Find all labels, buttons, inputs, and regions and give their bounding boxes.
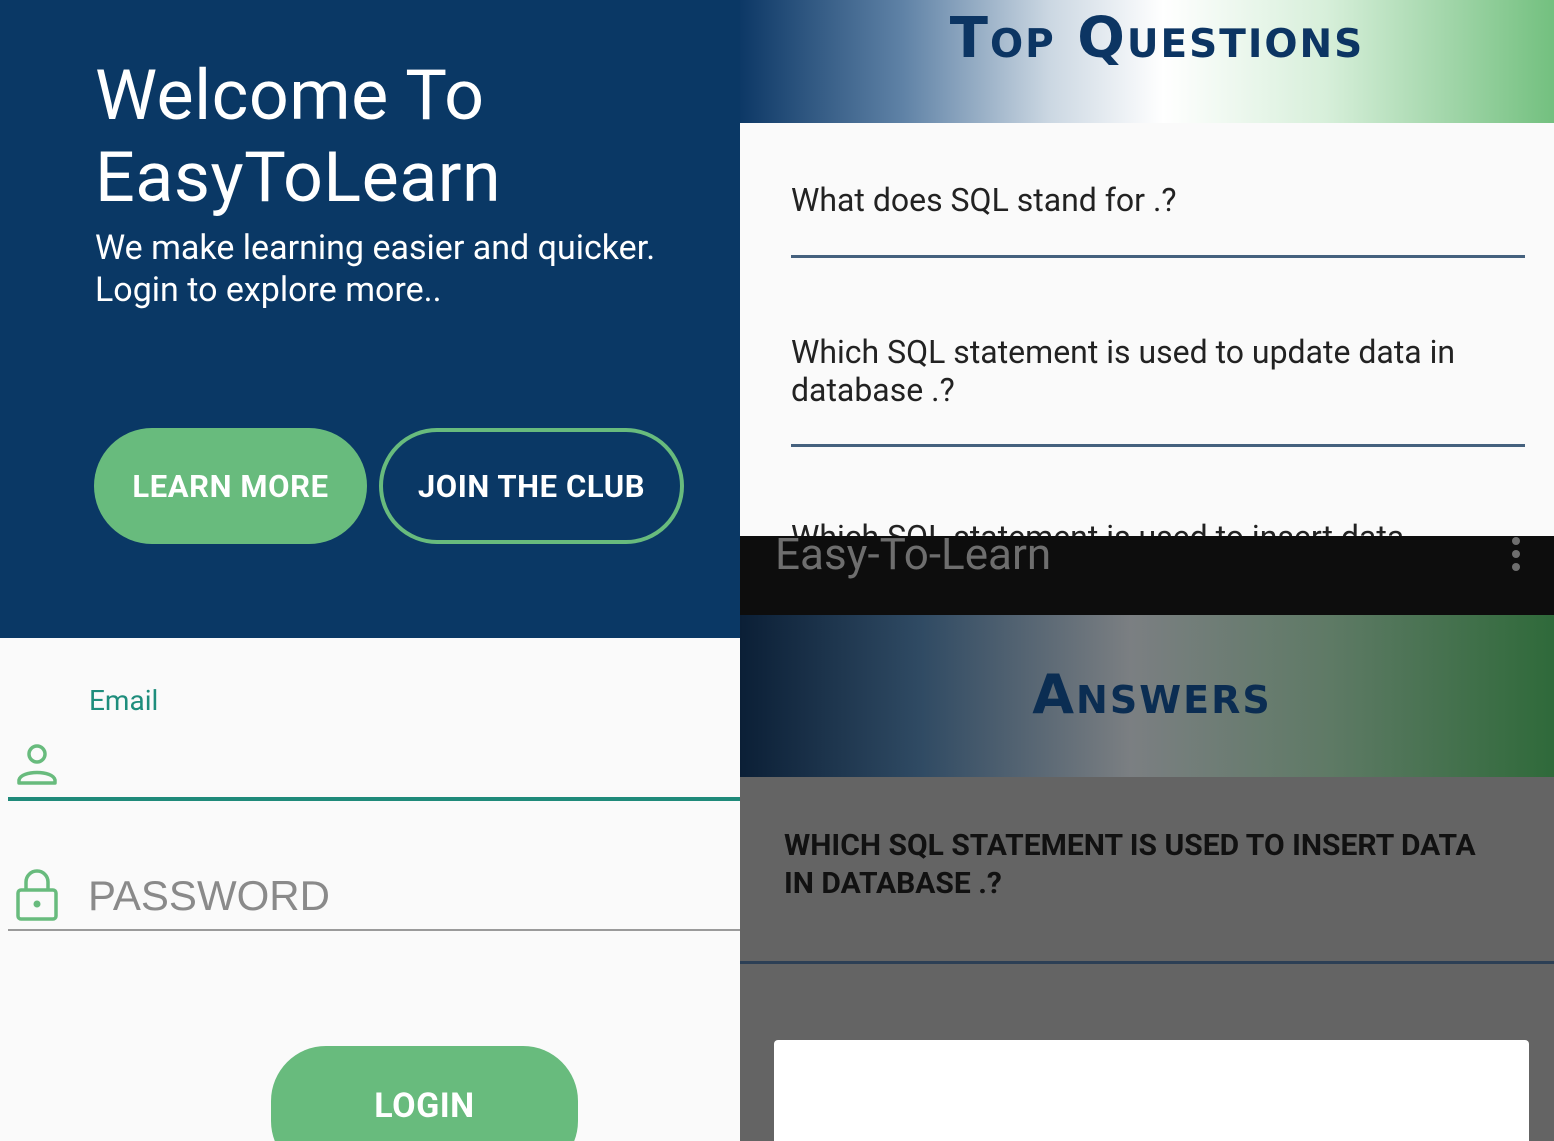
lock-icon (16, 869, 58, 921)
app-title: Easy-To-Learn (775, 536, 1052, 580)
welcome-subtitle: We make learning easier and quicker. Log… (95, 228, 656, 310)
question-divider (791, 444, 1525, 447)
person-icon (17, 744, 57, 785)
welcome-hero: Welcome To EasyToLearn We make learning … (0, 0, 740, 638)
email-label: Email (89, 684, 159, 717)
answers-title: Answers (1032, 663, 1272, 726)
password-field[interactable] (88, 868, 728, 924)
question-item[interactable]: Which SQL statement is used to insert da… (791, 518, 1511, 536)
answer-question-text: Which SQL statement is used to insert da… (784, 828, 1476, 901)
top-questions-title: Top Questions (949, 6, 1365, 71)
question-divider (791, 255, 1525, 258)
top-questions-header: Top Questions (740, 0, 1554, 123)
app-bar: Easy-To-Learn (740, 536, 1554, 615)
learn-more-button[interactable]: LEARN MORE (94, 428, 367, 544)
question-item[interactable]: What does SQL stand for .? (791, 181, 1511, 219)
email-field-underline (8, 797, 740, 801)
answer-card (774, 1040, 1529, 1141)
question-item[interactable]: Which SQL statement is used to update da… (791, 333, 1511, 409)
email-field[interactable] (88, 740, 728, 792)
answers-screen: Easy-To-Learn Answers Which SQL statemen… (740, 536, 1554, 1141)
answers-header: Answers (740, 615, 1554, 777)
join-the-club-button[interactable]: JOIN THE CLUB (379, 428, 684, 544)
top-questions-screen: Top Questions What does SQL stand for .?… (740, 0, 1554, 536)
answer-divider (740, 961, 1554, 964)
login-button[interactable]: LOGIN (271, 1046, 578, 1141)
overflow-menu-icon[interactable] (1504, 536, 1528, 574)
login-screen: Welcome To EasyToLearn We make learning … (0, 0, 740, 1141)
welcome-title: Welcome To EasyToLearn (95, 55, 502, 219)
password-field-underline (8, 929, 740, 931)
